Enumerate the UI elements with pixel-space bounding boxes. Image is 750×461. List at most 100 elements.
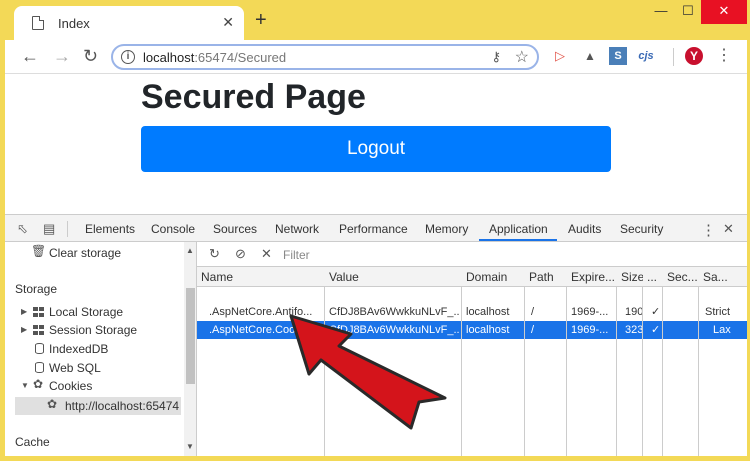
storage-header: Storage xyxy=(15,282,58,296)
application-sidebar: 🗑 Clear storage Storage ▶ Local Storage … xyxy=(5,242,197,456)
new-tab-button[interactable]: + xyxy=(255,10,267,30)
sidebar-item-cookies[interactable]: ▼ ✿ Cookies xyxy=(5,377,183,395)
cell-samesite: Lax xyxy=(713,324,731,336)
expand-arrow-icon[interactable]: ▶ xyxy=(21,321,27,339)
column-header-path[interactable]: Path xyxy=(525,267,567,287)
scroll-down-arrow-icon[interactable]: ▼ xyxy=(186,442,194,451)
sidebar-item-label: Local Storage xyxy=(49,305,124,319)
tab-application[interactable]: Application xyxy=(489,222,548,236)
column-header-samesite[interactable]: Sa... xyxy=(699,267,747,287)
sidebar-item-clear-storage[interactable]: 🗑 Clear storage xyxy=(5,244,183,262)
devtools-close-icon[interactable]: ✕ xyxy=(723,221,734,237)
sidebar-item-web-sql[interactable]: Web SQL xyxy=(5,359,183,377)
filter-input[interactable] xyxy=(283,246,533,263)
tab-security[interactable]: Security xyxy=(620,222,663,236)
scroll-thumb[interactable] xyxy=(186,288,195,384)
reload-button[interactable]: ↻ xyxy=(83,46,98,66)
address-toolbar: ← → ↻ i localhost:65474/Secured ⚷ ☆ ▷ ▲ … xyxy=(5,40,747,74)
toolbar-separator xyxy=(673,48,674,66)
tab-close-icon[interactable]: ✕ xyxy=(222,14,234,31)
sidebar-item-indexeddb[interactable]: IndexedDB xyxy=(5,340,183,358)
devtools-tabbar: ⬁ ▤ Elements Console Sources Network Per… xyxy=(5,215,747,242)
sidebar-item-label: IndexedDB xyxy=(49,342,109,356)
column-divider xyxy=(616,287,617,456)
extension-cjs-icon[interactable]: cjs xyxy=(637,47,655,65)
expand-arrow-icon[interactable]: ▶ xyxy=(21,303,27,321)
cell-domain: localhost xyxy=(466,306,510,318)
active-tab-indicator xyxy=(479,239,557,241)
table-row[interactable]: .AspNetCore.Antifo... CfDJ8BAv6WwkkuNLvF… xyxy=(197,303,747,321)
cell-expires: 1969-... xyxy=(571,306,609,318)
column-header-size[interactable]: Size xyxy=(617,267,643,287)
column-divider xyxy=(698,287,699,456)
sidebar-scrollbar[interactable]: ▲ ▼ xyxy=(184,242,196,456)
extension-s-icon[interactable]: S xyxy=(609,47,627,65)
bookmark-star-icon[interactable]: ☆ xyxy=(515,47,529,67)
browser-window: Index ✕ + — ☐ ✕ ← → ↻ i localhost:65474/… xyxy=(5,0,747,456)
cookie-icon: ✿ xyxy=(47,397,58,411)
address-bar[interactable]: i localhost:65474/Secured ⚷ ☆ xyxy=(111,44,539,70)
cell-samesite: Strict xyxy=(705,306,731,318)
tab-performance[interactable]: Performance xyxy=(339,222,408,236)
column-header-name[interactable]: Name xyxy=(197,267,325,287)
logout-button[interactable]: Logout xyxy=(141,126,611,172)
column-header-secure[interactable]: Sec... xyxy=(663,267,699,287)
profile-avatar[interactable]: Y xyxy=(685,47,703,65)
cell-path: / xyxy=(531,324,535,336)
tab-memory[interactable]: Memory xyxy=(425,222,468,236)
cell-httponly: ✓ xyxy=(651,306,661,318)
sidebar-item-label: Clear storage xyxy=(49,246,122,260)
tab-sources[interactable]: Sources xyxy=(213,222,257,236)
sidebar-item-local-storage[interactable]: ▶ Local Storage xyxy=(5,303,183,321)
tab-network[interactable]: Network xyxy=(275,222,319,236)
collapse-arrow-icon[interactable]: ▼ xyxy=(21,377,29,395)
grid-icon xyxy=(33,325,44,335)
column-divider xyxy=(566,287,567,456)
table-row-selected[interactable]: .AspNetCore.Cookies CfDJ8BAv6WwkkuNLvF_.… xyxy=(197,321,747,339)
scroll-up-arrow-icon[interactable]: ▲ xyxy=(186,246,194,255)
cache-header: Cache xyxy=(15,435,50,449)
inspect-element-icon[interactable]: ⬁ xyxy=(17,221,28,237)
column-divider xyxy=(524,287,525,456)
column-header-domain[interactable]: Domain xyxy=(462,267,525,287)
sidebar-item-session-storage[interactable]: ▶ Session Storage xyxy=(5,321,183,339)
cell-domain: localhost xyxy=(466,324,510,336)
extension-flame-icon[interactable]: ▲ xyxy=(581,47,599,65)
back-button[interactable]: ← xyxy=(21,46,39,66)
forward-button[interactable]: → xyxy=(53,46,71,66)
sidebar-item-cookie-origin[interactable]: ✿ http://localhost:65474 xyxy=(15,397,181,415)
trash-icon: 🗑 xyxy=(31,244,47,258)
page-title: Secured Page xyxy=(141,78,366,116)
url-host: localhost xyxy=(143,50,195,65)
cell-size: 190 xyxy=(625,306,643,318)
cell-secure xyxy=(663,303,699,321)
chrome-menu-icon[interactable]: ⋮ xyxy=(715,47,733,65)
browser-tab[interactable]: Index ✕ xyxy=(14,6,244,40)
extension-video-icon[interactable]: ▷ xyxy=(551,47,569,65)
tab-audits[interactable]: Audits xyxy=(568,222,601,236)
column-header-httponly[interactable]: ... xyxy=(643,267,663,287)
close-window-button[interactable]: ✕ xyxy=(701,0,747,24)
sidebar-item-label: Cookies xyxy=(49,379,93,393)
column-divider xyxy=(642,287,643,456)
cookie-icon: ✿ xyxy=(33,377,44,391)
database-icon xyxy=(35,362,46,373)
cell-secure xyxy=(663,321,699,339)
url-path: :65474/Secured xyxy=(194,50,287,65)
column-divider xyxy=(461,287,462,456)
refresh-icon[interactable]: ↻ xyxy=(209,246,220,262)
title-bar: Index ✕ + — ☐ ✕ xyxy=(5,0,747,40)
device-toolbar-icon[interactable]: ▤ xyxy=(43,221,55,237)
tab-console[interactable]: Console xyxy=(151,222,195,236)
key-icon[interactable]: ⚷ xyxy=(491,49,501,65)
column-header-value[interactable]: Value xyxy=(325,267,462,287)
devtools-menu-icon[interactable]: ⋮ xyxy=(701,221,716,239)
sidebar-item-label: Web SQL xyxy=(49,361,101,375)
tab-elements[interactable]: Elements xyxy=(85,222,135,236)
site-info-icon[interactable]: i xyxy=(121,50,135,64)
url-text[interactable]: localhost:65474/Secured xyxy=(143,50,286,65)
column-divider xyxy=(662,287,663,456)
clear-all-icon[interactable]: ⊘ xyxy=(235,246,246,262)
delete-selected-icon[interactable]: ✕ xyxy=(261,246,272,262)
column-header-expires[interactable]: Expire... xyxy=(567,267,617,287)
